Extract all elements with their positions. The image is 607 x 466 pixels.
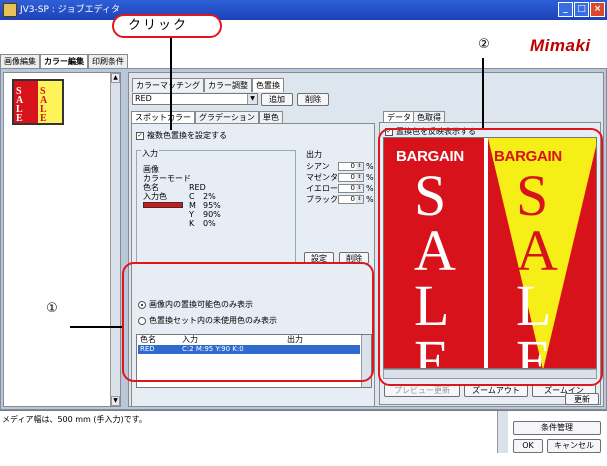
color-set-value: RED	[135, 94, 152, 103]
spinner-arrows-icon[interactable]: ⇕	[356, 196, 363, 203]
thumb-sale-text: SALE	[16, 86, 24, 124]
yellow-value: 0	[350, 184, 355, 192]
cmyk-value: 0%	[203, 219, 216, 228]
cmyk-channel: Y	[189, 210, 194, 219]
input-fieldset: 入力 画像 カラーモード 色名 RED 入力色 C 2% M 95% Y 90%…	[136, 150, 296, 264]
marker-1: ①	[42, 300, 62, 320]
color-set-select[interactable]: RED ▼	[132, 93, 258, 105]
output-yellow-label: イエロー	[306, 184, 338, 193]
percent-unit: %	[366, 173, 374, 182]
percent-unit: %	[366, 162, 374, 171]
callout-box-table	[122, 262, 374, 382]
tab-color-edit[interactable]: カラー編集	[40, 54, 88, 68]
scroll-down-icon[interactable]: ▼	[111, 396, 120, 406]
black-spinner[interactable]: 0 ⇕	[338, 195, 364, 204]
cmyk-value: 95%	[203, 201, 221, 210]
marker-2: ②	[474, 36, 494, 56]
output-fieldset: 出力 シアン 0 ⇕ % マゼンタ 0 ⇕ % イエロー 0 ⇕ % ブラック 0 ⇕ …	[300, 150, 374, 264]
scroll-up-icon[interactable]: ▲	[111, 73, 120, 83]
add-button[interactable]: 追加	[261, 93, 293, 106]
image-label: 画像	[143, 165, 159, 174]
tab-spot-color[interactable]: スポットカラー	[131, 111, 195, 123]
black-value: 0	[350, 195, 355, 203]
percent-unit: %	[366, 184, 374, 193]
tab-print-conditions[interactable]: 印刷条件	[88, 54, 128, 68]
tab-color-adjust[interactable]: カラー調整	[204, 78, 252, 92]
thumb-sale-text: SALE	[40, 86, 48, 124]
callout-leader-line	[70, 326, 122, 328]
multi-replace-label: 複数色置換を設定する	[147, 131, 227, 140]
title-bar: JV3-SP : ジョブエディタ _ □ ×	[0, 0, 607, 20]
status-bar: メディア幅は、500 mm (手入力)です。 条件管理 OK キャンセル	[0, 410, 607, 466]
output-cyan-label: シアン	[306, 162, 330, 171]
condition-management-button[interactable]: 条件管理	[513, 421, 601, 435]
status-scrollbar[interactable]	[497, 411, 508, 453]
cancel-button[interactable]: キャンセル	[547, 439, 601, 453]
callout-box-preview	[378, 128, 603, 386]
callout-leader-line	[482, 58, 484, 128]
input-color-label: 入力色	[143, 192, 167, 201]
magenta-spinner[interactable]: 0 ⇕	[338, 173, 364, 182]
input-legend: 入力	[141, 149, 159, 158]
window-title: JV3-SP : ジョブエディタ	[20, 5, 121, 15]
percent-unit: %	[366, 195, 374, 204]
output-legend: 出力	[306, 150, 322, 159]
click-annotation: クリック	[112, 14, 222, 38]
thumbnail-scrollbar[interactable]: ▲ ▼	[110, 73, 120, 406]
tab-color-replace[interactable]: 色置換	[252, 78, 284, 92]
cmyk-channel: M	[189, 201, 196, 210]
chevron-down-icon[interactable]: ▼	[247, 94, 257, 104]
close-icon[interactable]: ×	[590, 2, 605, 17]
tab-gradation[interactable]: グラデーション	[195, 111, 259, 123]
cyan-value: 0	[350, 162, 355, 170]
color-name-value: RED	[189, 183, 206, 192]
color-tabs: カラーマッチング カラー調整 色置換	[132, 78, 284, 92]
app-icon	[3, 3, 17, 17]
refresh-button[interactable]: 更新	[565, 393, 599, 405]
output-magenta-label: マゼンタ	[306, 173, 338, 182]
thumbnail-panel: SALE SALE ▲ ▼	[3, 72, 121, 407]
delete-button[interactable]: 削除	[297, 93, 329, 106]
main-tabs: 画像編集 カラー編集 印刷条件	[0, 54, 128, 68]
maximize-icon[interactable]: □	[574, 2, 589, 17]
input-color-swatch	[143, 202, 183, 208]
cmyk-channel: C	[189, 192, 195, 201]
status-message: メディア幅は、500 mm (手入力)です。	[2, 415, 147, 424]
checkbox-checked-icon: ✓	[136, 131, 144, 140]
ok-button[interactable]: OK	[513, 439, 543, 453]
spinner-arrows-icon[interactable]: ⇕	[356, 174, 363, 181]
cyan-spinner[interactable]: 0 ⇕	[338, 162, 364, 171]
tab-single-color[interactable]: 単色	[258, 111, 283, 123]
minimize-icon[interactable]: _	[558, 2, 573, 17]
cmyk-value: 90%	[203, 210, 221, 219]
callout-leader-line	[170, 38, 172, 130]
spinner-arrows-icon[interactable]: ⇕	[356, 163, 363, 170]
cmyk-channel: K	[189, 219, 195, 228]
tab-color-matching[interactable]: カラーマッチング	[132, 78, 204, 92]
mimaki-logo: Mimaki	[530, 36, 591, 55]
thumb-left: SALE	[14, 81, 38, 124]
color-name-label: 色名	[143, 183, 159, 192]
cmyk-value: 2%	[203, 192, 216, 201]
replace-mode-tabs: スポットカラー グラデーション 単色	[131, 111, 283, 123]
output-black-label: ブラック	[306, 195, 338, 204]
thumbnail-image[interactable]: SALE SALE	[12, 79, 64, 125]
color-mode-label: カラーモード	[143, 174, 191, 183]
spinner-arrows-icon[interactable]: ⇕	[356, 185, 363, 192]
yellow-spinner[interactable]: 0 ⇕	[338, 184, 364, 193]
app-window: JV3-SP : ジョブエディタ _ □ × Mimaki 画像編集 カラー編集…	[0, 0, 607, 466]
magenta-value: 0	[350, 173, 355, 181]
thumb-right: SALE	[38, 81, 62, 124]
multi-replace-checkbox[interactable]: ✓ 複数色置換を設定する	[136, 130, 227, 141]
tab-image-edit[interactable]: 画像編集	[0, 54, 40, 68]
window-controls: _ □ ×	[558, 2, 605, 17]
